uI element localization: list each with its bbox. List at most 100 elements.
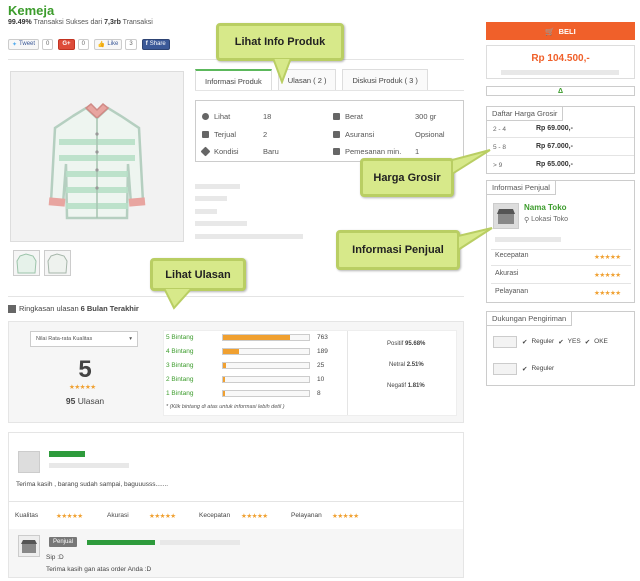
callout-pointer (458, 227, 493, 252)
eye-icon (202, 113, 209, 120)
star-count: 8 (317, 390, 321, 397)
twitter-icon: ✦ (12, 41, 18, 48)
tag-icon (200, 146, 211, 157)
callout-info-produk: Lihat Info Produk (216, 23, 344, 61)
shop-name[interactable]: Nama Toko (524, 203, 567, 212)
tweet-count: 0 (42, 38, 54, 50)
star-count: 10 (317, 376, 325, 383)
gplus-button[interactable]: G+ (58, 38, 75, 50)
star-bar (222, 376, 310, 383)
rating-stars: ★★★★★ (594, 272, 621, 279)
wholesale-price: Rp 67.000,- (536, 143, 573, 150)
description-placeholder (195, 234, 303, 239)
store-icon (21, 540, 37, 553)
sentiment-positive: Positif 95.68% (387, 341, 426, 347)
reviewer-name-bar[interactable] (49, 451, 85, 457)
description-placeholder (195, 221, 247, 226)
check-icon: ✔ (522, 366, 528, 373)
wholesale-range: 5 - 8 (493, 144, 507, 151)
rating-filter-dropdown[interactable]: Nilai Rata-rata Kualitas ▾ (30, 331, 138, 347)
gplus-count: 0 (77, 38, 89, 50)
tab-informasi-produk[interactable]: Informasi Produk (195, 69, 272, 91)
list-icon (8, 304, 16, 313)
product-info-box: Lihat 18 Terjual 2 Kondisi Baru Berat 30… (195, 100, 464, 162)
product-image[interactable] (10, 71, 184, 242)
average-stars: ★★★★★ (69, 384, 96, 391)
courier-services: ✔ Reguler (522, 365, 555, 373)
shirt-icon (48, 102, 146, 220)
rating-label-accuracy: Akurasi (495, 270, 519, 277)
cart-icon (333, 148, 340, 155)
rating-stars: ★★★★★ (594, 254, 621, 261)
rating-stars: ★★★★★ (332, 513, 359, 520)
star-bar (222, 348, 310, 355)
tweet-button[interactable]: ✦ Tweet (8, 38, 40, 50)
sentiment-neutral: Netral 2.51% (389, 362, 424, 368)
transaction-stats: 99.49% Transaksi Sukses dari 7,3rb Trans… (8, 19, 153, 26)
shipping-panel: Dukungan Pengiriman ✔ Reguler ✔ YES ✔ OKE ✔… (486, 311, 635, 386)
seller-name-bar (87, 540, 155, 545)
thumb-icon: 👍 (97, 41, 106, 48)
weight-value: 300 gr (415, 112, 437, 121)
reviewer-avatar[interactable] (18, 451, 40, 473)
like-button[interactable]: 👍 Like (93, 38, 123, 50)
star-filter-3[interactable]: 3 Bintang (166, 362, 193, 369)
check-icon: ✔ (584, 339, 591, 346)
product-title: Kemeja (8, 3, 55, 18)
wholesale-price: Rp 69.000,- (536, 125, 573, 132)
bag-icon (202, 131, 209, 138)
rating-stars: ★★★★★ (149, 513, 176, 520)
star-filter-1[interactable]: 1 Bintang (166, 390, 193, 397)
wholesale-range: > 9 (493, 162, 503, 169)
review-text: Terima kasih , barang sudah sampai, bagu… (16, 481, 169, 488)
star-filter-2[interactable]: 2 Bintang (166, 376, 193, 383)
description-placeholder (195, 196, 227, 201)
average-score: 5 (78, 356, 92, 383)
star-count: 25 (317, 362, 325, 369)
courier-logo (493, 363, 517, 375)
share-bar: ✦ Tweet 0 G+ 0 👍 Like 3 f Share (8, 38, 170, 50)
criteria-accuracy: Akurasi (107, 512, 129, 519)
cart-icon: 🛒 (545, 26, 555, 36)
courier-logo (493, 336, 517, 348)
star-filter-4[interactable]: 4 Bintang (166, 348, 193, 355)
product-thumbnail-2[interactable] (44, 250, 71, 276)
courier-services: ✔ Reguler ✔ YES ✔ OKE (522, 338, 608, 346)
reply-line-2: Terima kasih gan atas order Anda :D (46, 566, 152, 573)
min-order-value: 1 (415, 147, 420, 156)
price-placeholder (501, 70, 619, 75)
truck-icon (333, 131, 340, 138)
description-placeholder (195, 209, 217, 214)
callout-pointer (162, 288, 194, 310)
chevron-down-icon: ▾ (129, 336, 132, 342)
review-date-placeholder (49, 463, 129, 468)
criteria-speed: Kecepatan (199, 512, 231, 519)
tab-diskusi-produk[interactable]: Diskusi Produk ( 3 ) (342, 69, 428, 91)
rating-label-service: Pelayanan (495, 288, 529, 295)
star-filter-5[interactable]: 5 Bintang (166, 334, 193, 341)
callout-informasi-penjual: Informasi Penjual (336, 230, 460, 270)
store-icon (497, 209, 515, 224)
facebook-share-button[interactable]: f Share (141, 38, 170, 50)
shop-avatar[interactable] (493, 203, 519, 229)
insurance-value: Opsional (415, 130, 445, 139)
wholesale-price: Rp 65.000,- (536, 161, 573, 168)
rating-distribution: 5 Bintang 763 4 Bintang 189 3 Bintang 25… (163, 330, 457, 416)
price-box: Rp 104.500,- (486, 45, 635, 79)
tab-underline (195, 90, 464, 91)
buy-button[interactable]: 🛒 BELI (486, 22, 635, 40)
product-thumbnail-1[interactable] (13, 250, 40, 276)
price: Rp 104.500,- (531, 53, 590, 64)
facebook-icon: f (145, 41, 148, 47)
weight-icon (333, 113, 340, 120)
like-count: 3 (125, 38, 137, 50)
reply-date-placeholder (160, 540, 240, 545)
shipping-title: Dukungan Pengiriman (487, 312, 573, 326)
shirt-thumb-icon (47, 253, 68, 274)
check-icon: ✔ (522, 339, 528, 346)
review-summary-heading: Ringkasan ulasan 6 Bulan Terakhir (8, 304, 139, 313)
callout-lihat-ulasan: Lihat Ulasan (150, 258, 246, 291)
sentiment-negative: Negatif 1.81% (387, 383, 425, 389)
callout-pointer (452, 149, 491, 176)
star-count: 189 (317, 348, 328, 355)
